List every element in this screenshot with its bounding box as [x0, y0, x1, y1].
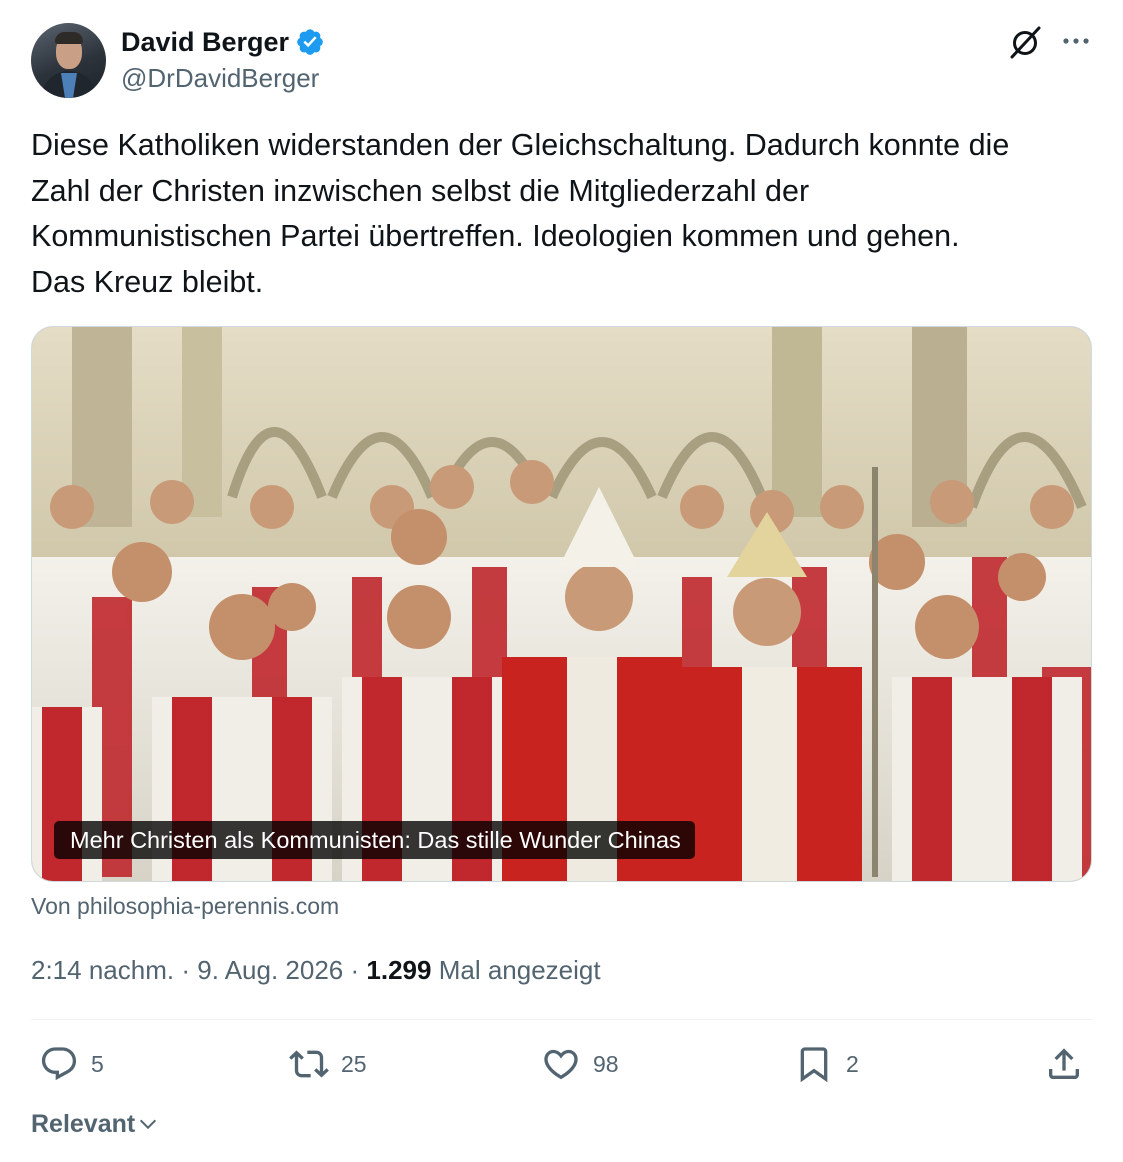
reply-button[interactable]: 5 — [39, 1043, 104, 1085]
tweet-date[interactable]: 9. Aug. 2026 — [197, 955, 343, 985]
author-avatar[interactable] — [31, 23, 106, 98]
chevron-down-icon — [140, 1119, 157, 1130]
reply-sort-dropdown[interactable]: Relevant — [31, 1108, 159, 1140]
link-preview-card[interactable]: Mehr Christen als Kommunisten: Das still… — [31, 326, 1092, 882]
bookmark-count: 2 — [846, 1050, 859, 1077]
repost-button[interactable]: 25 — [289, 1043, 367, 1085]
share-icon — [1049, 1048, 1079, 1079]
like-button[interactable]: 98 — [541, 1043, 619, 1085]
meta-separator: · — [181, 955, 190, 985]
author-name-row[interactable]: David Berger — [121, 26, 325, 58]
avatar-hair — [55, 32, 83, 44]
repost-count: 25 — [341, 1050, 367, 1077]
author-handle[interactable]: @DrDavidBerger — [121, 62, 319, 94]
like-count: 98 — [593, 1050, 619, 1077]
verified-badge-icon — [297, 29, 323, 55]
link-card-image — [32, 327, 1091, 881]
repost-icon — [289, 1050, 329, 1078]
views-label: Mal angezeigt — [438, 955, 601, 985]
more-options-icon[interactable] — [1058, 26, 1094, 56]
link-card-title[interactable]: Mehr Christen als Kommunisten: Das still… — [54, 821, 695, 859]
share-button[interactable] — [1044, 1043, 1084, 1085]
author-display-name[interactable]: David Berger — [121, 26, 289, 58]
heart-icon — [544, 1049, 578, 1080]
bookmark-button[interactable]: 2 — [794, 1043, 859, 1085]
link-card-source[interactable]: Von philosophia-perennis.com — [31, 891, 339, 921]
tweet-text: Diese Katholiken widerstanden der Gleich… — [31, 128, 1010, 299]
grok-icon[interactable] — [1007, 24, 1043, 60]
reply-icon — [41, 1047, 77, 1081]
views-count: 1.299 — [366, 955, 432, 985]
reply-count: 5 — [91, 1050, 104, 1077]
bookmark-icon — [800, 1047, 828, 1083]
tweet-time[interactable]: 2:14 nachm. — [31, 955, 174, 985]
divider — [31, 1019, 1092, 1020]
tweet-meta: 2:14 nachm. · 9. Aug. 2026 · 1.299 Mal a… — [31, 953, 601, 987]
meta-separator: · — [350, 955, 360, 985]
sort-label: Relevant — [31, 1110, 136, 1138]
